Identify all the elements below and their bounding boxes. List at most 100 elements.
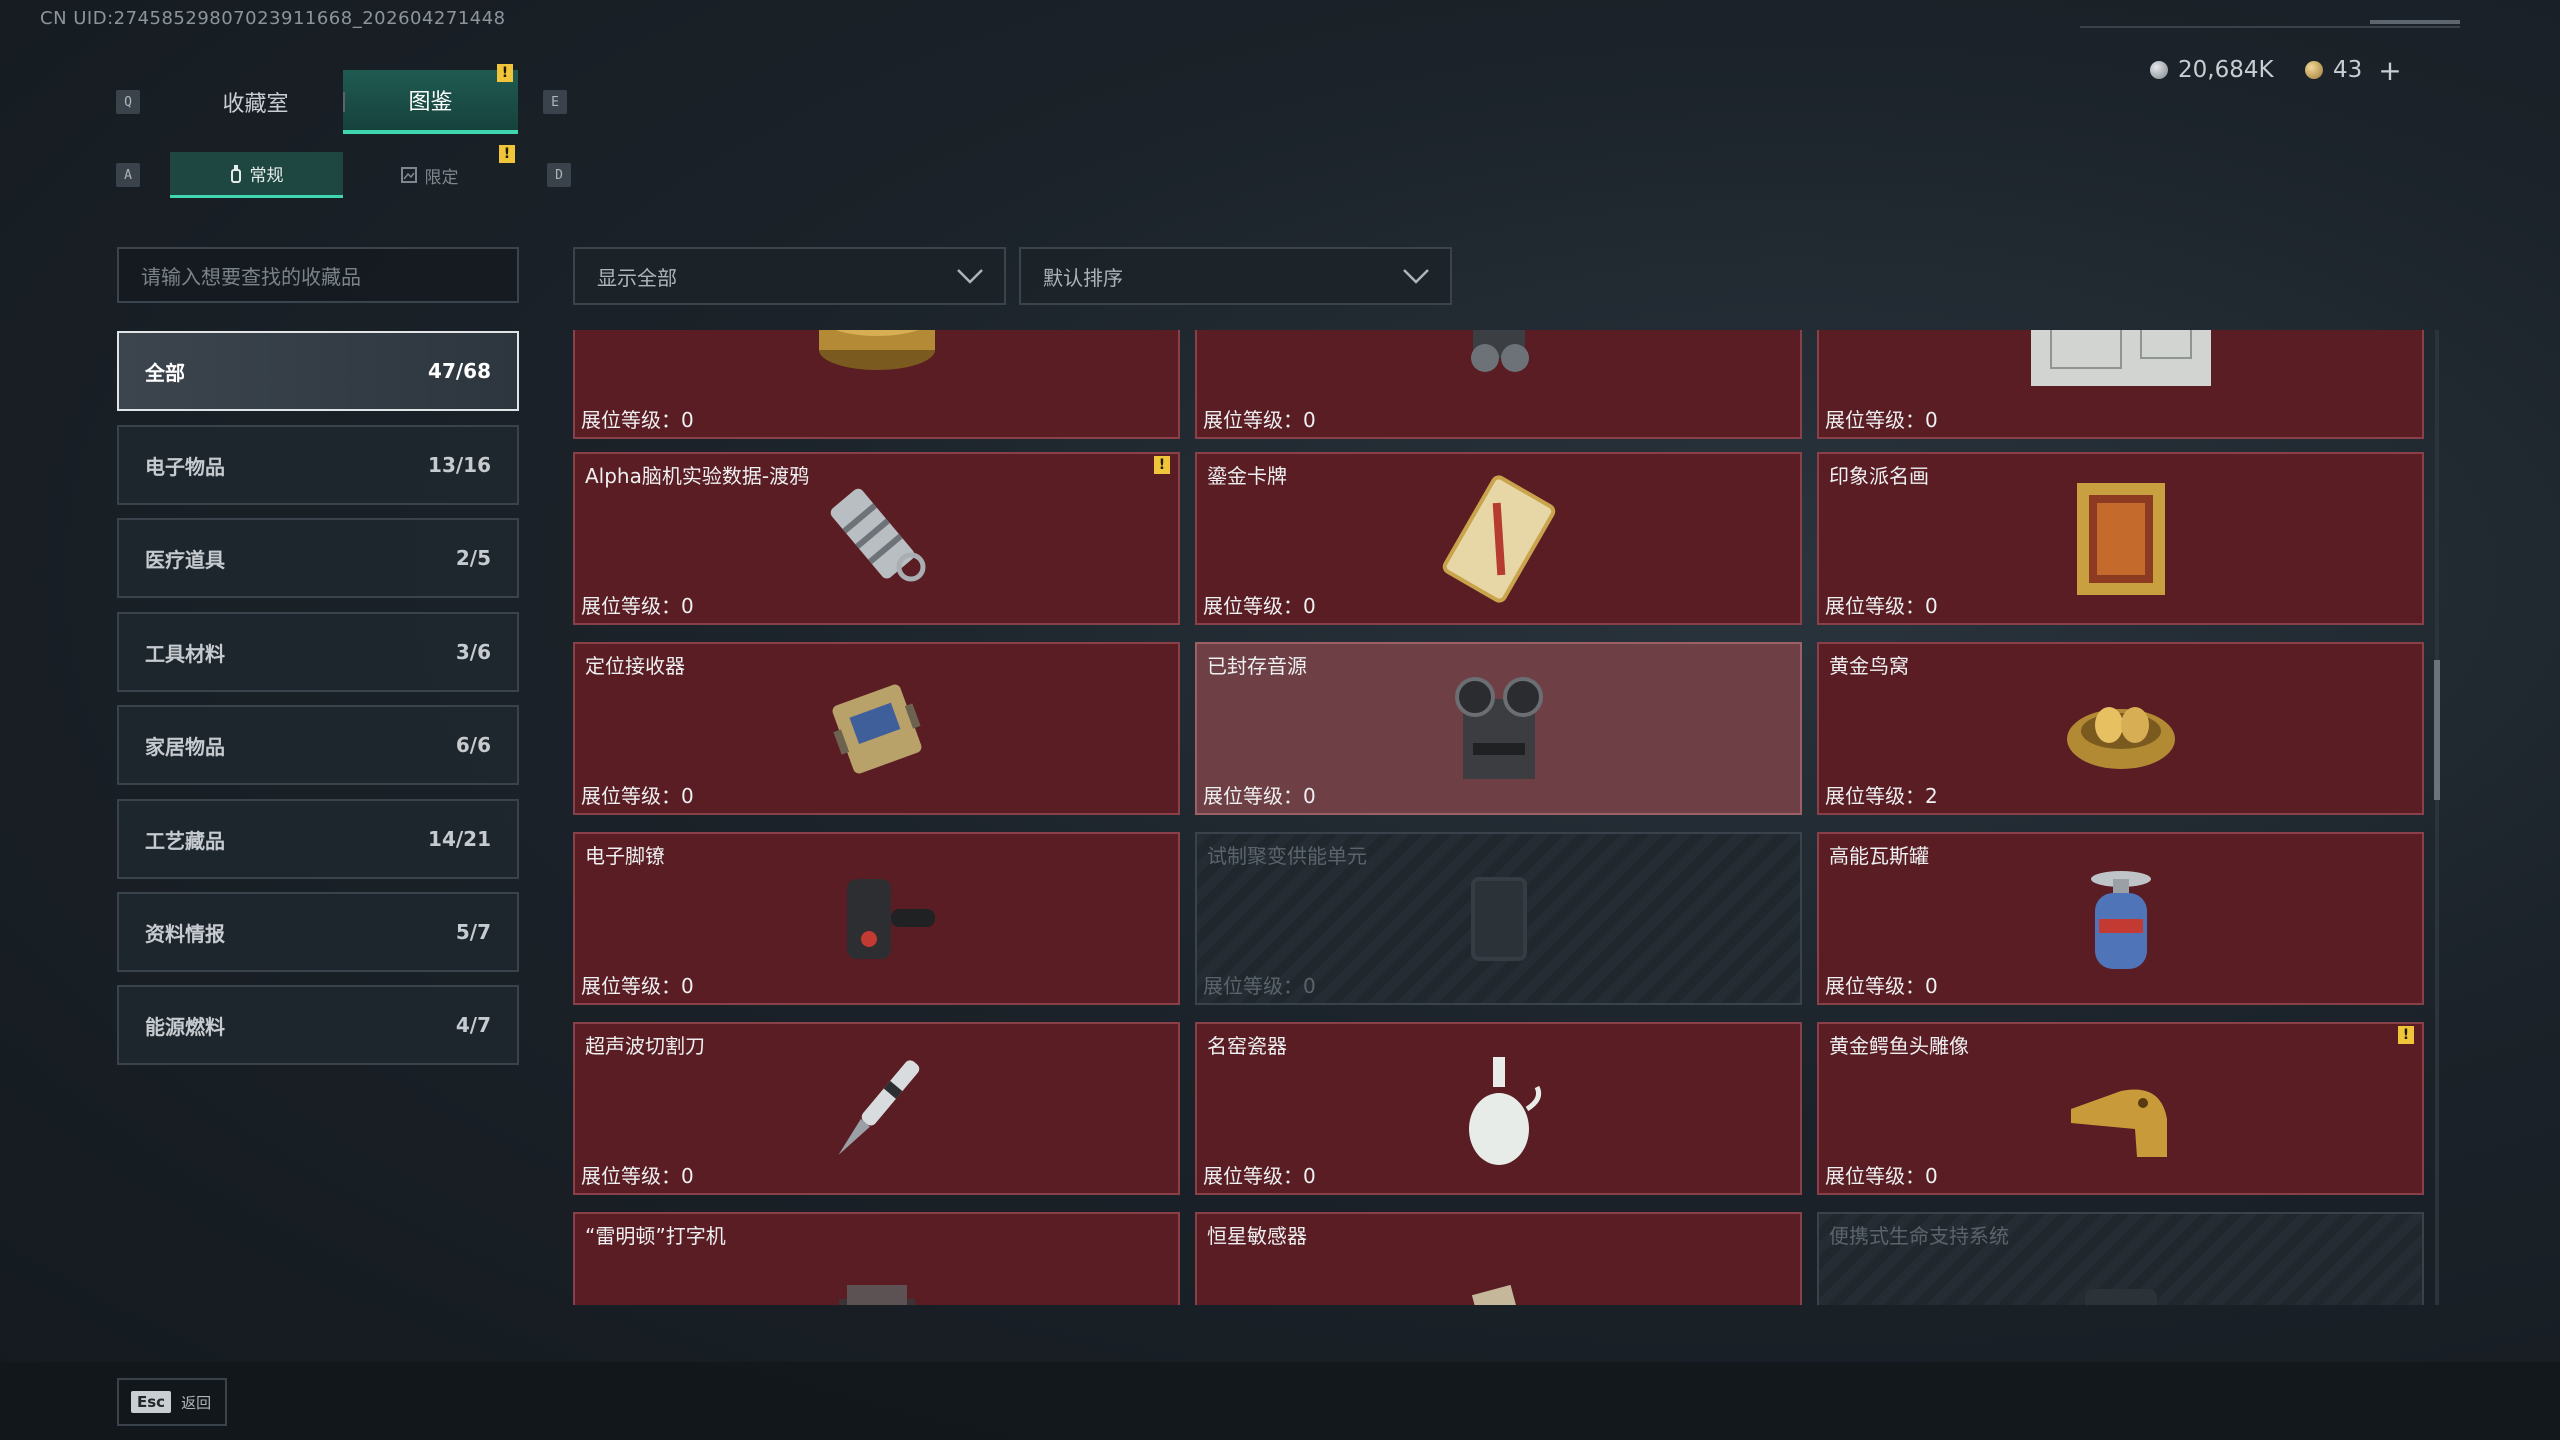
- item-card[interactable]: 电子脚镣 展位等级：0: [573, 832, 1180, 1005]
- item-card[interactable]: 鎏金卡牌 展位等级：0: [1195, 452, 1802, 625]
- ultrasonic-cutter-icon: [837, 1059, 919, 1155]
- category-count: 4/7: [455, 1013, 491, 1037]
- card-name: 超声波切割刀: [585, 1034, 705, 1058]
- data-canister-icon: [830, 488, 925, 581]
- card-level: 展位等级：0: [1203, 594, 1316, 618]
- tab-divider: [343, 92, 345, 112]
- category-energy[interactable]: 能源燃料 4/7: [117, 985, 519, 1065]
- bottom-bar: [0, 1362, 2560, 1440]
- esc-key-icon: Esc: [131, 1391, 172, 1413]
- card-level: 展位等级：0: [1825, 594, 1938, 618]
- reel-recorder-icon: [1454, 676, 1543, 779]
- card-notice-icon: !: [1154, 456, 1170, 474]
- card-name: 定位接收器: [585, 654, 685, 678]
- category-crafts[interactable]: 工艺藏品 14/21: [117, 799, 519, 879]
- item-card[interactable]: 超声波切割刀 展位等级：0: [573, 1022, 1180, 1195]
- card-level: 展位等级：0: [1203, 1164, 1316, 1188]
- card-level: 展位等级：0: [581, 974, 694, 998]
- image-icon: [400, 167, 417, 183]
- grid-scrollbar[interactable]: [2435, 330, 2439, 1305]
- card-name: 名窑瓷器: [1207, 1034, 1287, 1058]
- golden-crocodile-icon: [2070, 1089, 2167, 1157]
- tab-collection-room[interactable]: 收藏室: [168, 70, 343, 134]
- fusion-unit-icon: [1470, 876, 1527, 961]
- category-count: 2/5: [455, 546, 491, 570]
- item-card[interactable]: 定位接收器 展位等级：0: [573, 642, 1180, 815]
- card-name: 电子脚镣: [585, 844, 665, 868]
- uid-label: CN UID:274585298070239116​68_20260427144…: [40, 8, 506, 29]
- category-label: 能源燃料: [145, 1014, 225, 1039]
- typewriter-icon: [838, 1284, 915, 1305]
- category-electronics[interactable]: 电子物品 13/16: [117, 425, 519, 505]
- item-card[interactable]: 展位等级：0: [1195, 330, 1802, 439]
- card-name: 高能瓦斯罐: [1829, 844, 1929, 868]
- subtab-label: 限定: [424, 167, 459, 188]
- item-card-locked[interactable]: 便携式生命支持系统: [1817, 1212, 2424, 1305]
- subtab-notice-icon: !: [499, 145, 515, 163]
- caviar-tin-icon: [818, 330, 935, 370]
- ticket-icon: [2305, 61, 2323, 79]
- chevron-down-icon: [957, 269, 983, 284]
- category-tools[interactable]: 工具材料 3/6: [117, 612, 519, 692]
- item-card[interactable]: 展位等级：0: [1817, 330, 2424, 439]
- item-card[interactable]: “雷明顿”打字机: [573, 1212, 1180, 1305]
- item-card[interactable]: 高能瓦斯罐 展位等级：0: [1817, 832, 2424, 1005]
- key-e-hint: E: [543, 90, 567, 114]
- category-medical[interactable]: 医疗道具 2/5: [117, 518, 519, 598]
- add-currency-button[interactable]: +: [2378, 54, 2401, 87]
- coin-icon: [2150, 61, 2168, 79]
- porcelain-vase-icon: [1468, 1056, 1541, 1165]
- gas-canister-icon: [2090, 870, 2151, 969]
- card-name: 鎏金卡牌: [1207, 464, 1287, 488]
- gilded-card-icon: [1442, 474, 1555, 603]
- ticket-balance: 43 +: [2305, 52, 2402, 88]
- coin-balance: 20,684K: [2150, 52, 2274, 88]
- card-level: 展位等级：0: [581, 784, 694, 808]
- category-label: 工艺藏品: [145, 828, 225, 853]
- grid-scroll-thumb[interactable]: [2434, 660, 2440, 800]
- item-card[interactable]: 已封存音源 展位等级：0: [1195, 642, 1802, 815]
- item-card-locked[interactable]: 试制聚变供能单元 展位等级：0: [1195, 832, 1802, 1005]
- subtab-limited[interactable]: 限定: [343, 152, 516, 198]
- item-card[interactable]: 黄金鸟窝 展位等级：2: [1817, 642, 2424, 815]
- item-card[interactable]: 名窑瓷器 展位等级：0: [1195, 1022, 1802, 1195]
- key-a-hint: A: [116, 163, 140, 187]
- sort-dropdown[interactable]: 默认排序: [1019, 247, 1452, 305]
- category-count: 13/16: [428, 453, 491, 477]
- radio-device-icon: [1470, 330, 1529, 372]
- card-notice-icon: !: [2398, 1026, 2414, 1044]
- category-intel[interactable]: 资料情报 5/7: [117, 892, 519, 972]
- category-count: 5/7: [455, 920, 491, 944]
- bottle-icon: [230, 164, 241, 183]
- search-input[interactable]: 请输入想要查找的收藏品: [117, 247, 519, 303]
- card-name: 已封存音源: [1207, 654, 1307, 678]
- item-grid: 展位等级：0 展位等级：0 展位等级：0 Alpha脑机实验数据-渡鸦 ! 展位…: [573, 330, 2424, 1305]
- card-name: 恒星敏感器: [1207, 1224, 1307, 1248]
- blueprint-map-icon: [2030, 330, 2211, 386]
- tab-codex[interactable]: 图鉴: [343, 70, 518, 134]
- filter-dropdown[interactable]: 显示全部: [573, 247, 1006, 305]
- top-divider: [2080, 26, 2460, 28]
- item-card[interactable]: 黄金鳄鱼头雕像 ! 展位等级：0: [1817, 1022, 2424, 1195]
- category-label: 全部: [145, 360, 185, 385]
- card-level: 展位等级：0: [581, 1164, 694, 1188]
- card-name: 印象派名画: [1829, 464, 1929, 488]
- sort-value: 默认排序: [1043, 265, 1123, 290]
- ankle-monitor-icon: [846, 878, 935, 959]
- item-card[interactable]: 展位等级：0: [573, 330, 1180, 439]
- framed-painting-icon: [2076, 482, 2165, 595]
- subtab-regular[interactable]: 常规: [170, 152, 343, 198]
- item-card[interactable]: 印象派名画 展位等级：0: [1817, 452, 2424, 625]
- category-count: 3/6: [455, 640, 491, 664]
- item-card[interactable]: Alpha脑机实验数据-渡鸦 ! 展位等级：0: [573, 452, 1180, 625]
- category-all[interactable]: 全部 47/68: [117, 331, 519, 411]
- category-household[interactable]: 家居物品 6/6: [117, 705, 519, 785]
- ticket-amount: 43: [2333, 57, 2363, 83]
- category-label: 家居物品: [145, 734, 225, 759]
- card-level: 展位等级：0: [1825, 408, 1938, 432]
- chevron-down-icon: [1403, 269, 1429, 284]
- back-button[interactable]: Esc 返回: [117, 1378, 227, 1426]
- life-support-icon: [2084, 1288, 2157, 1305]
- category-label: 资料情报: [145, 921, 225, 946]
- item-card[interactable]: 恒星敏感器: [1195, 1212, 1802, 1305]
